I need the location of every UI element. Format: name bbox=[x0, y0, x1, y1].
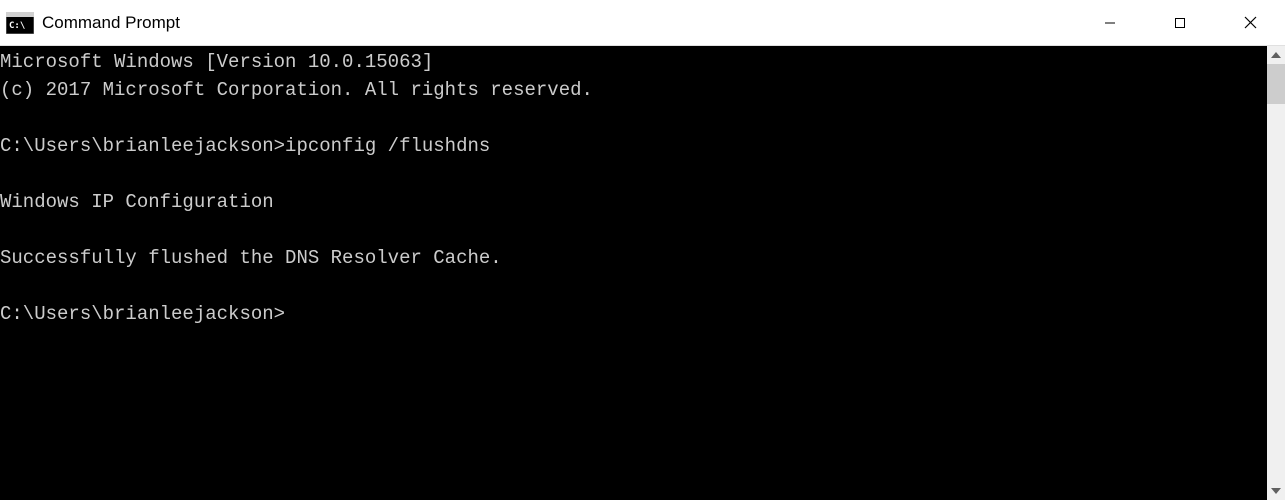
scroll-up-arrow[interactable] bbox=[1267, 46, 1285, 64]
terminal-line bbox=[0, 104, 1267, 132]
close-button[interactable] bbox=[1215, 0, 1285, 45]
scrollbar-track[interactable] bbox=[1267, 64, 1285, 482]
terminal-output[interactable]: Microsoft Windows [Version 10.0.15063](c… bbox=[0, 46, 1267, 500]
terminal-line bbox=[0, 160, 1267, 188]
close-icon bbox=[1244, 16, 1257, 29]
terminal-line: Microsoft Windows [Version 10.0.15063] bbox=[0, 48, 1267, 76]
window-titlebar: C:\ Command Prompt bbox=[0, 0, 1285, 46]
maximize-icon bbox=[1174, 17, 1186, 29]
window-controls bbox=[1075, 0, 1285, 45]
vertical-scrollbar[interactable] bbox=[1267, 46, 1285, 500]
scrollbar-thumb[interactable] bbox=[1267, 64, 1285, 104]
maximize-button[interactable] bbox=[1145, 0, 1215, 45]
minimize-icon bbox=[1104, 17, 1116, 29]
terminal-line: Windows IP Configuration bbox=[0, 188, 1267, 216]
terminal-line bbox=[0, 216, 1267, 244]
minimize-button[interactable] bbox=[1075, 0, 1145, 45]
chevron-down-icon bbox=[1271, 488, 1281, 494]
scroll-down-arrow[interactable] bbox=[1267, 482, 1285, 500]
terminal-line bbox=[0, 272, 1267, 300]
terminal-area: Microsoft Windows [Version 10.0.15063](c… bbox=[0, 46, 1285, 500]
app-icon: C:\ bbox=[6, 12, 34, 34]
svg-text:C:\: C:\ bbox=[9, 21, 25, 31]
chevron-up-icon bbox=[1271, 52, 1281, 58]
terminal-line: (c) 2017 Microsoft Corporation. All righ… bbox=[0, 76, 1267, 104]
window-title: Command Prompt bbox=[42, 13, 180, 33]
terminal-line: C:\Users\brianleejackson>ipconfig /flush… bbox=[0, 132, 1267, 160]
terminal-line: C:\Users\brianleejackson> bbox=[0, 300, 1267, 328]
terminal-line: Successfully flushed the DNS Resolver Ca… bbox=[0, 244, 1267, 272]
